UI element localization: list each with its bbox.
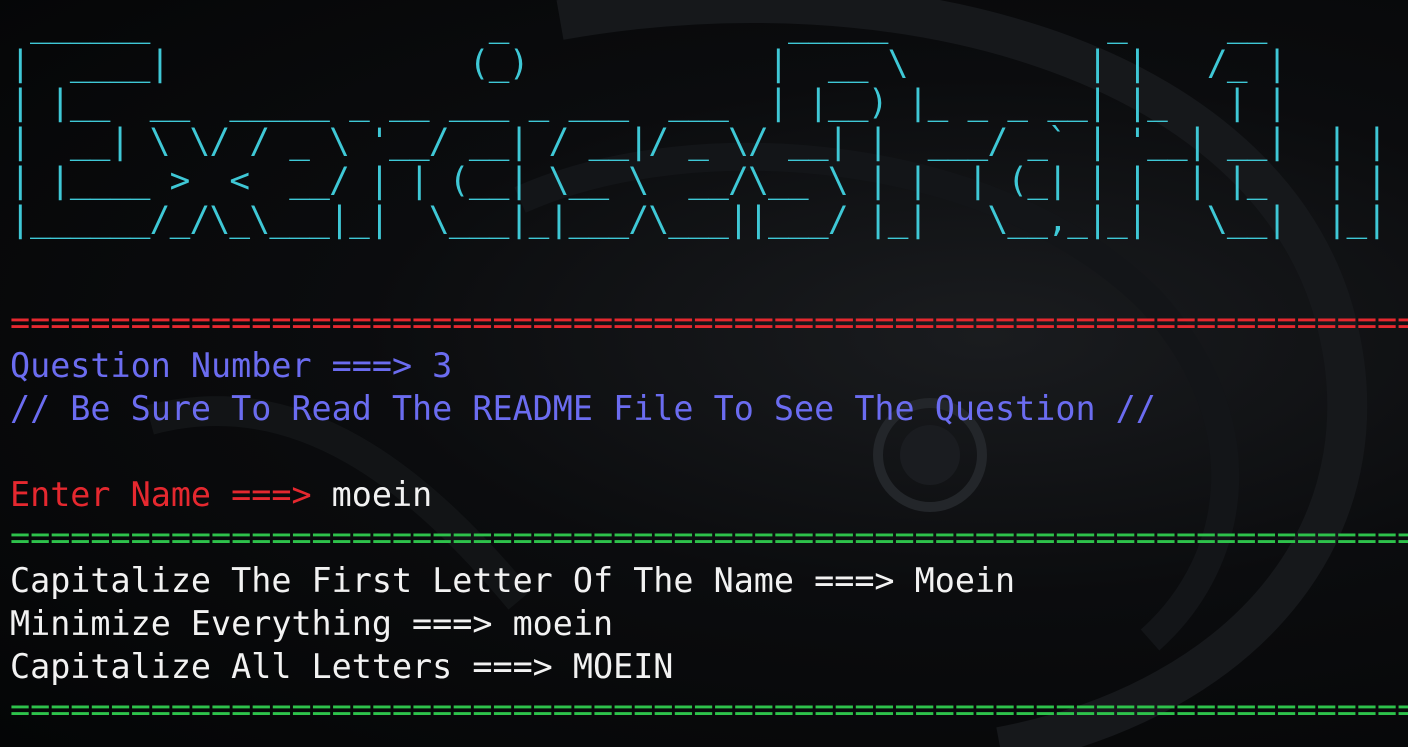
result-minimize: Minimize Everything ===> moein bbox=[10, 604, 614, 643]
result-capitalize-all: Capitalize All Letters ===> MOEIN bbox=[10, 647, 674, 686]
terminal-window[interactable]: ______ _ _____ _ __ | ____| (_) | __ \ |… bbox=[0, 0, 1408, 747]
name-input-value[interactable]: moein bbox=[332, 475, 433, 514]
separator-red: ========================================… bbox=[10, 303, 1408, 342]
question-number-line: Question Number ===> 3 bbox=[10, 346, 453, 385]
separator-green-top: ========================================… bbox=[10, 518, 1408, 557]
ascii-banner-title: ______ _ _____ _ __ | ____| (_) | __ \ |… bbox=[10, 5, 1387, 240]
readme-note-line: // Be Sure To Read The README File To Se… bbox=[10, 389, 1156, 428]
separator-green-bottom: ========================================… bbox=[10, 690, 1408, 729]
result-capitalize-first: Capitalize The First Letter Of The Name … bbox=[10, 561, 1016, 600]
name-prompt-label: Enter Name ===> bbox=[10, 475, 332, 514]
terminal-output: ______ _ _____ _ __ | ____| (_) | __ \ |… bbox=[10, 0, 1408, 731]
name-input-line[interactable]: Enter Name ===> moein bbox=[10, 473, 1408, 516]
